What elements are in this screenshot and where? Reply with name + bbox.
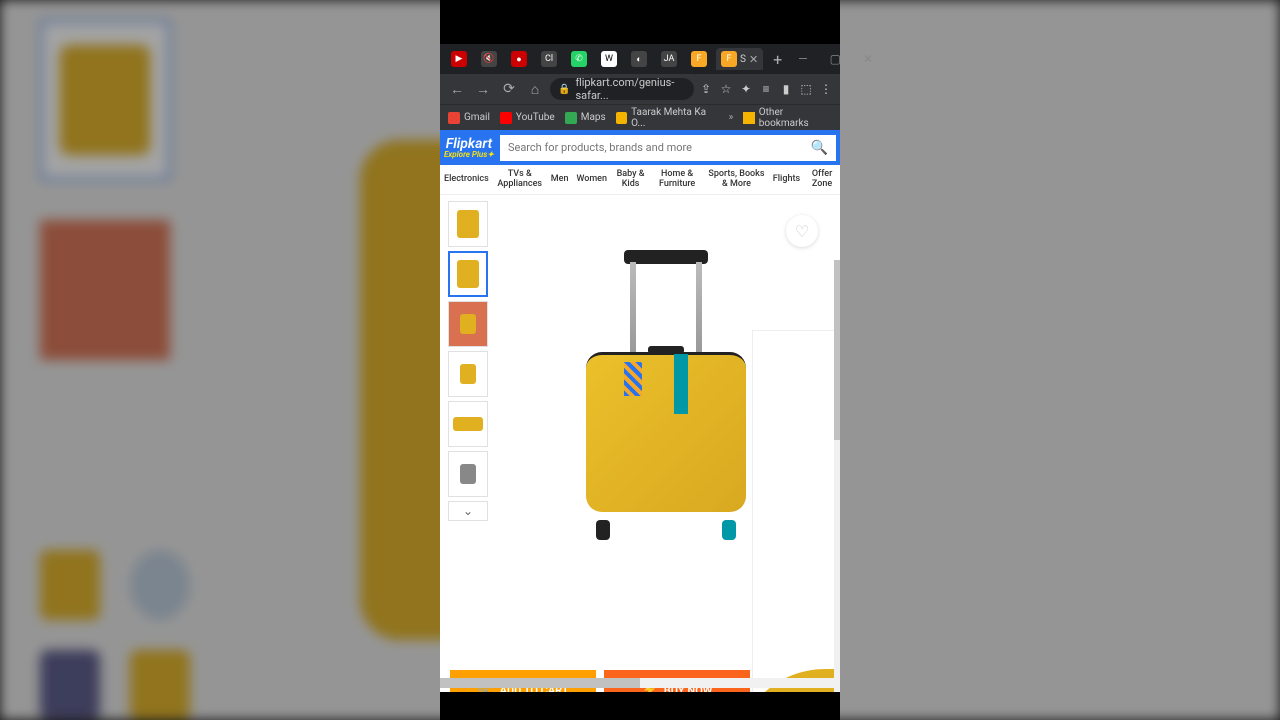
share-icon[interactable]: ⇪ xyxy=(698,81,714,97)
extensions-icon[interactable]: ✦ xyxy=(738,81,754,97)
cat-sports[interactable]: Sports, Books & More xyxy=(704,170,769,190)
thumbnail-3[interactable] xyxy=(448,301,488,347)
flipkart-logo[interactable]: Flipkart Explore Plus✦ xyxy=(444,137,494,159)
window-maximize-icon[interactable]: ▢ xyxy=(824,50,847,68)
site-header: Flipkart Explore Plus✦ 🔍 xyxy=(440,130,840,165)
category-bar: Electronics TVs & Appliances Men Women B… xyxy=(440,165,840,195)
cat-men[interactable]: Men xyxy=(547,175,573,185)
phone-status-bar xyxy=(440,0,840,44)
star-icon[interactable]: ☆ xyxy=(718,81,734,97)
cat-women[interactable]: Women xyxy=(572,175,611,185)
browser-address-bar: ← → ⟳ ⌂ 🔒 flipkart.com/genius-safar... ⇪… xyxy=(440,74,840,104)
cat-flights[interactable]: Flights xyxy=(769,175,804,185)
reading-list-icon[interactable]: ≡ xyxy=(758,81,774,97)
bookmarks-bar: Gmail YouTube Maps Taarak Mehta Ka O... … xyxy=(440,104,840,130)
nav-forward-icon[interactable]: → xyxy=(472,78,494,100)
bookmark-maps[interactable]: Maps xyxy=(565,112,606,124)
phone-nav-bar xyxy=(440,692,840,720)
cat-baby[interactable]: Baby & Kids xyxy=(611,170,650,190)
cat-home[interactable]: Home & Furniture xyxy=(650,170,704,190)
tab-label: S xyxy=(740,54,746,65)
heart-icon: ♡ xyxy=(795,222,809,241)
thumbnail-4[interactable] xyxy=(448,351,488,397)
url-text: flipkart.com/genius-safar... xyxy=(575,78,686,100)
bookmarks-overflow[interactable]: » xyxy=(729,112,734,123)
search-bar[interactable]: 🔍 xyxy=(500,135,836,161)
side-panel-icon[interactable]: ▮ xyxy=(778,81,794,97)
thumbnail-2-selected[interactable] xyxy=(448,251,488,297)
nav-home-icon[interactable]: ⌂ xyxy=(524,78,546,100)
browser-tab-active[interactable]: F S ✕ xyxy=(716,48,763,70)
window-minimize-icon[interactable]: — xyxy=(792,50,813,68)
cat-tvs[interactable]: TVs & Appliances xyxy=(493,170,547,190)
zoom-preview-panel xyxy=(752,330,836,692)
cat-electronics[interactable]: Electronics xyxy=(440,175,493,185)
horizontal-scrollbar[interactable] xyxy=(440,678,840,688)
new-tab-button[interactable]: + xyxy=(767,50,788,69)
profile-icon[interactable]: ⬚ xyxy=(798,81,814,97)
chevron-down-icon: ⌄ xyxy=(463,504,473,518)
thumbnail-6[interactable] xyxy=(448,451,488,497)
lock-icon: 🔒 xyxy=(558,84,570,95)
thumbnail-1[interactable] xyxy=(448,201,488,247)
url-input[interactable]: 🔒 flipkart.com/genius-safar... xyxy=(550,78,694,100)
tab-close-icon[interactable]: ✕ xyxy=(749,53,758,66)
other-bookmarks[interactable]: Other bookmarks xyxy=(743,107,832,129)
thumbnails-more[interactable]: ⌄ xyxy=(448,501,488,521)
vertical-scrollbar[interactable] xyxy=(834,260,840,692)
thumbnail-5[interactable] xyxy=(448,401,488,447)
bookmark-taarak[interactable]: Taarak Mehta Ka O... xyxy=(616,107,719,129)
window-close-icon[interactable]: ✕ xyxy=(857,50,879,68)
wishlist-button[interactable]: ♡ xyxy=(786,215,818,247)
nav-back-icon[interactable]: ← xyxy=(446,78,468,100)
nav-reload-icon[interactable]: ⟳ xyxy=(498,78,520,100)
phone-frame: ▶ 🔇 ● Cl ✆ W ◐ JA F F S ✕ + — ▢ ✕ ← → ⟳ … xyxy=(440,0,840,720)
browser-tabstrip: ▶ 🔇 ● Cl ✆ W ◐ JA F F S ✕ + — ▢ ✕ xyxy=(440,44,840,74)
search-input[interactable] xyxy=(508,141,811,154)
bookmark-gmail[interactable]: Gmail xyxy=(448,112,490,124)
thumbnail-strip: ⌄ xyxy=(448,201,490,589)
search-icon[interactable]: 🔍 xyxy=(811,140,828,156)
page-content: Flipkart Explore Plus✦ 🔍 Electronics TVs… xyxy=(440,130,840,692)
suitcase-illustration xyxy=(576,250,756,540)
cat-offer[interactable]: Offer Zone xyxy=(804,170,840,190)
menu-icon[interactable]: ⋮ xyxy=(818,81,834,97)
bookmark-youtube[interactable]: YouTube xyxy=(500,112,555,124)
